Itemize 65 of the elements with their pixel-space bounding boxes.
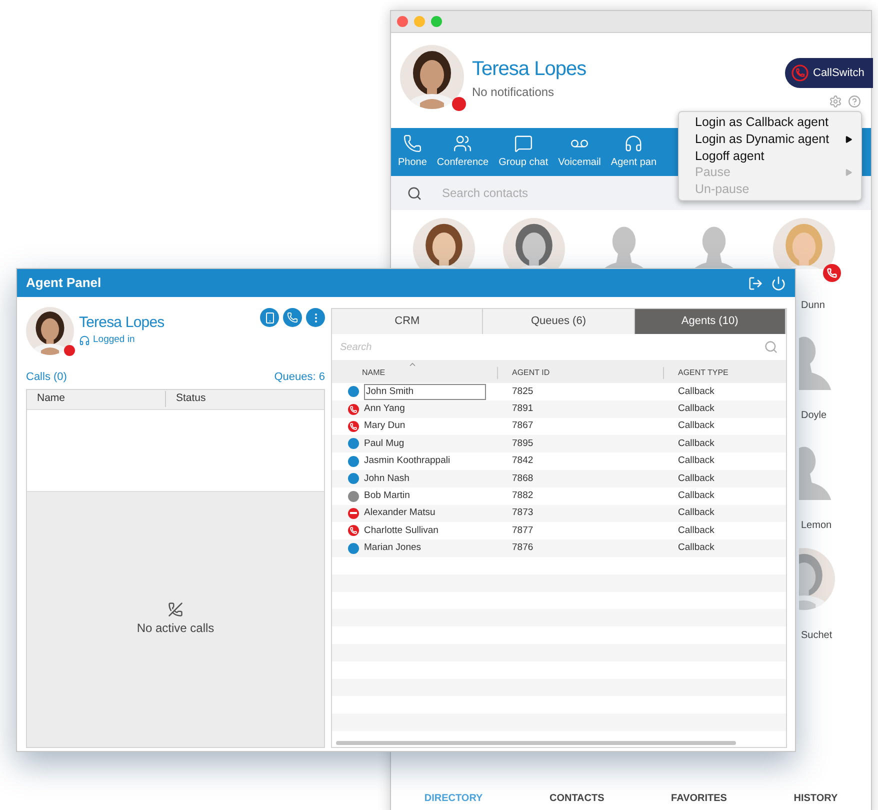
- agent-name-cell: Marian Jones: [364, 541, 422, 556]
- agent-search-field[interactable]: Search: [340, 340, 764, 354]
- table-cell-text: Callback: [677, 541, 714, 556]
- table-cell-text: 7876: [511, 541, 534, 556]
- bottom-tab[interactable]: FAVORITES: [671, 790, 727, 806]
- agent-name-cell-text: Ann Yang: [364, 402, 405, 416]
- bottom-tab[interactable]: HISTORY: [794, 790, 838, 806]
- tab[interactable]: CRM: [332, 309, 484, 334]
- panel-title: Agent Panel: [26, 274, 102, 292]
- toolbar-button[interactable]: Voicemail: [553, 134, 606, 170]
- column-header: Status: [175, 391, 206, 406]
- queues-link[interactable]: Queues: 6: [274, 369, 325, 386]
- table-cell-text: Callback: [677, 402, 714, 416]
- search-field[interactable]: Search contacts: [442, 184, 642, 202]
- table-cell-text: Callback: [677, 419, 714, 434]
- toolbar-button[interactable]: Conference: [432, 134, 494, 170]
- agent-name-cell: Charlotte Sullivan: [364, 524, 438, 538]
- tab[interactable]: Agents (10): [634, 309, 786, 334]
- agent-name-cell: John Smith: [364, 384, 486, 400]
- menu-item[interactable]: Login as Callback agent: [679, 114, 861, 131]
- agent-status: Logged in: [93, 333, 135, 347]
- column-header: AGENT TYPE: [677, 367, 728, 379]
- table-cell-text: 7895: [511, 436, 534, 451]
- menu-item[interactable]: Logoff agent: [679, 148, 861, 164]
- contact-name: Doyle: [801, 409, 827, 423]
- agent-name-cell-text: Alexander Matsu: [364, 506, 436, 520]
- contact-name: Lemon: [801, 519, 832, 533]
- tab[interactable]: Queues (6): [483, 309, 635, 334]
- contact-name: Dunn: [801, 299, 825, 313]
- table-cell-text: 7825: [511, 384, 534, 399]
- agent-name: Teresa Lopes: [79, 314, 164, 332]
- menu-item[interactable]: Login as Dynamic agent: [679, 130, 861, 148]
- bottom-tab[interactable]: CONTACTS: [549, 790, 604, 806]
- calls-link[interactable]: Calls (0): [26, 369, 67, 386]
- column-header: NAME: [332, 367, 498, 379]
- column-header: AGENT ID: [498, 367, 664, 379]
- user-name: Teresa Lopes: [472, 57, 586, 81]
- table-cell-text: Callback: [677, 454, 714, 468]
- agent-name-cell-text: Mary Dun: [364, 419, 406, 434]
- table-cell-text: Callback: [677, 384, 714, 399]
- table-cell-text: 7842: [511, 454, 534, 468]
- table-cell-text: 7877: [511, 524, 534, 538]
- table-cell-text: Callback: [677, 524, 714, 538]
- table-cell-text: 7873: [511, 506, 534, 520]
- table-cell-text: Callback: [677, 436, 714, 451]
- contact-name: Suchet: [801, 629, 832, 643]
- toolbar-button[interactable]: Agent pan: [606, 134, 662, 170]
- table-cell-text: 7868: [511, 472, 534, 486]
- notification-status: No notifications: [472, 84, 556, 101]
- agent-name-cell: John Nash: [364, 472, 410, 486]
- empty-message: No active calls: [136, 620, 214, 637]
- table-cell-text: Callback: [677, 488, 714, 503]
- table-cell-text: 7867: [511, 419, 534, 434]
- brand-name: CallSwitch: [813, 66, 864, 81]
- bottom-tab[interactable]: DIRECTORY: [424, 790, 483, 806]
- toolbar-button[interactable]: Phone: [393, 134, 432, 170]
- agent-name-cell-text: Bob Martin: [364, 488, 410, 503]
- table-cell-text: Callback: [677, 506, 714, 520]
- agent-name-cell: Paul Mug: [364, 436, 404, 451]
- column-header: Name: [27, 391, 166, 407]
- agent-name-cell: Jasmin Koothrappali: [364, 454, 450, 468]
- table-cell-text: 7882: [511, 488, 534, 503]
- table-cell-text: Callback: [677, 472, 714, 486]
- table-cell-text: 7891: [511, 402, 534, 416]
- toolbar-button[interactable]: Group chat: [494, 134, 554, 170]
